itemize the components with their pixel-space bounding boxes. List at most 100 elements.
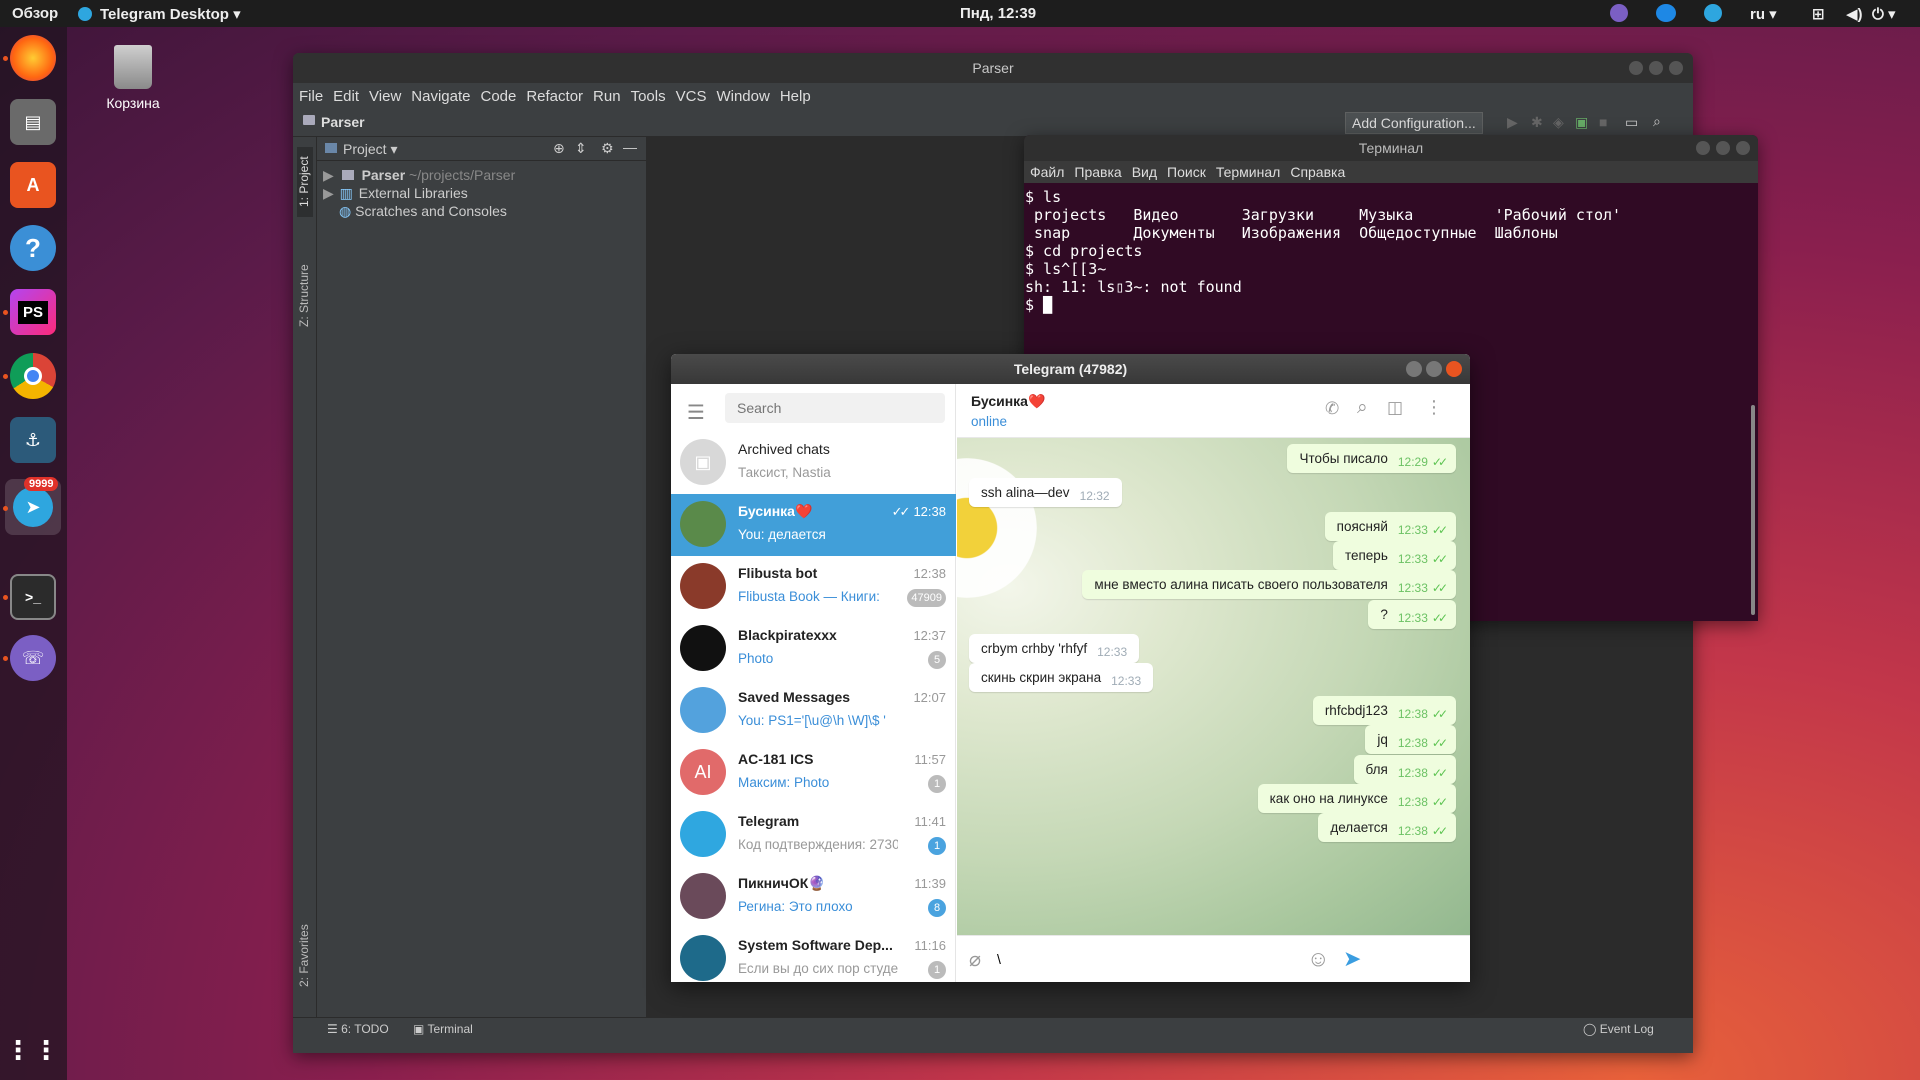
menu-help[interactable]: Help	[774, 83, 811, 105]
menu-file[interactable]: File	[293, 83, 323, 105]
volume-icon[interactable]: ◀)	[1846, 5, 1863, 23]
menu-navigate[interactable]: Navigate	[405, 83, 470, 105]
message-bubble[interactable]: Чтобы писало 12:29 ✓✓	[1287, 444, 1456, 473]
call-icon[interactable]: ✆	[1325, 399, 1339, 419]
sidebar-toggle-icon[interactable]: ◫	[1387, 398, 1403, 418]
coverage-icon[interactable]: ◈	[1553, 114, 1564, 131]
terminal-menu-search[interactable]: Поиск	[1161, 161, 1206, 180]
message-history[interactable]: Чтобы писало 12:29 ✓✓ ssh alina—dev 12:32 поя…	[957, 438, 1470, 935]
viber-tray-icon[interactable]	[1610, 4, 1628, 22]
settings-gear-icon[interactable]: ⚙	[601, 140, 614, 157]
message-bubble[interactable]: делается 12:38 ✓✓	[1318, 813, 1456, 842]
ide-minimize-button[interactable]	[1629, 61, 1643, 75]
breadcrumb[interactable]: Parser	[321, 114, 365, 130]
terminal-menu-edit[interactable]: Правка	[1068, 161, 1121, 180]
chat-item[interactable]: Flibusta bot 12:38 Flibusta Book — Книги: …	[671, 556, 956, 618]
viber-dock-icon[interactable]: ☏	[10, 635, 56, 681]
chat-item[interactable]: AI AC-181 ICS 11:57 Максим: Photo 1	[671, 742, 956, 804]
message-bubble[interactable]: jq 12:38 ✓✓	[1365, 725, 1456, 754]
expand-arrow-icon[interactable]: ▶	[323, 185, 334, 201]
firefox-icon[interactable]	[10, 35, 56, 81]
menu-tools[interactable]: Tools	[625, 83, 666, 105]
telegram-minimize-button[interactable]	[1406, 361, 1422, 377]
menu-window[interactable]: Window	[710, 83, 769, 105]
debug-icon[interactable]: ✱	[1531, 114, 1543, 131]
language-indicator[interactable]: ru ▾	[1750, 5, 1777, 23]
chat-item[interactable]: Бусинка❤️ ✓✓ 12:38 You: делается	[671, 494, 956, 556]
send-icon[interactable]: ➤	[1343, 946, 1361, 972]
search-everywhere-icon[interactable]: ⌕	[1653, 113, 1661, 130]
app-menu-button[interactable]: Telegram Desktop ▾	[100, 5, 241, 23]
message-bubble[interactable]: crbym crhby 'rhfyf 12:33	[969, 634, 1140, 663]
mysql-workbench-icon[interactable]: ⚓	[10, 417, 56, 463]
expand-arrow-icon[interactable]: ▶	[323, 167, 334, 183]
more-menu-icon[interactable]: ⋮	[1425, 397, 1443, 418]
ide-maximize-button[interactable]	[1649, 61, 1663, 75]
telegram-maximize-button[interactable]	[1426, 361, 1442, 377]
terminal-close-button[interactable]	[1736, 141, 1750, 155]
terminal-menu-terminal[interactable]: Терминал	[1210, 161, 1280, 180]
ide-titlebar[interactable]: Parser	[293, 53, 1693, 83]
message-bubble[interactable]: ? 12:33 ✓✓	[1368, 600, 1456, 629]
locate-icon[interactable]: ⊕	[553, 140, 565, 157]
menu-code[interactable]: Code	[474, 83, 516, 105]
tree-external-libraries[interactable]: ▶ ▥ External Libraries	[323, 183, 468, 203]
chat-item[interactable]: ПикничОК🔮 11:39 Регина: Это плохо 8	[671, 866, 956, 928]
tree-scratches[interactable]: ◍ Scratches and Consoles	[339, 201, 507, 221]
clock[interactable]: Пнд, 12:39	[960, 5, 1036, 22]
activities-button[interactable]: Обзор	[12, 5, 58, 22]
hide-panel-icon[interactable]: —	[623, 139, 637, 155]
teamviewer-tray-icon[interactable]	[1656, 4, 1676, 22]
message-bubble[interactable]: поясняй 12:33 ✓✓	[1324, 512, 1456, 541]
hamburger-menu-icon[interactable]: ☰	[687, 400, 705, 425]
ide-close-button[interactable]	[1669, 61, 1683, 75]
terminal-maximize-button[interactable]	[1716, 141, 1730, 155]
help-icon[interactable]: ?	[10, 225, 56, 271]
search-input[interactable]	[725, 393, 945, 423]
message-bubble[interactable]: как оно на линуксе 12:38 ✓✓	[1257, 784, 1456, 813]
terminal-menu-help[interactable]: Справка	[1284, 161, 1345, 180]
message-bubble[interactable]: теперь 12:33 ✓✓	[1332, 541, 1456, 570]
profile-icon[interactable]: ▣	[1575, 114, 1588, 131]
project-view-dropdown[interactable]: Project ▾	[343, 141, 398, 158]
attach-icon[interactable]: ⌀	[969, 947, 981, 972]
search-icon[interactable]: ⌕	[1357, 397, 1368, 419]
chat-item[interactable]: Saved Messages 12:07 You: PS1='[\u@\h \W]\…	[671, 680, 956, 742]
menu-vcs[interactable]: VCS	[670, 83, 707, 105]
peer-name[interactable]: Бусинка❤️	[971, 393, 1045, 410]
todo-tab[interactable]: ☰ 6: TODO	[327, 1022, 389, 1036]
software-center-icon[interactable]: A	[10, 162, 56, 208]
trash-desktop-icon[interactable]: Корзина	[100, 45, 166, 111]
menu-refactor[interactable]: Refactor	[520, 83, 583, 105]
stop-icon[interactable]: ■	[1599, 114, 1607, 130]
message-bubble[interactable]: rhfcbdj123 12:38 ✓✓	[1312, 696, 1456, 725]
network-icon[interactable]: ⊞	[1812, 5, 1825, 23]
show-applications-icon[interactable]: ⋮⋮	[5, 1027, 59, 1073]
telegram-titlebar[interactable]: Telegram (47982)	[671, 354, 1470, 384]
tab-project[interactable]: 1: Project	[297, 147, 313, 217]
terminal-dock-icon[interactable]: >_	[10, 574, 56, 620]
message-bubble[interactable]: ssh alina—dev 12:32	[969, 478, 1122, 507]
telegram-close-button[interactable]	[1446, 361, 1462, 377]
chrome-icon[interactable]	[10, 353, 56, 399]
terminal-menu-file[interactable]: Файл	[1024, 161, 1064, 180]
message-bubble[interactable]: скинь скрин экрана 12:33	[969, 663, 1154, 692]
archived-chats-item[interactable]: ▣ Archived chats Таксист, Nastia	[671, 432, 956, 494]
terminal-scrollbar[interactable]	[1751, 405, 1755, 615]
tab-structure[interactable]: Z: Structure	[297, 247, 313, 327]
chat-item[interactable]: System Software Dep... 11:16 Если вы до си…	[671, 928, 956, 982]
menu-edit[interactable]: Edit	[327, 83, 359, 105]
power-icon[interactable]: ⏻ ▾	[1872, 5, 1896, 23]
terminal-titlebar[interactable]: Терминал	[1024, 135, 1758, 161]
terminal-menu-view[interactable]: Вид	[1126, 161, 1157, 180]
menu-run[interactable]: Run	[587, 83, 621, 105]
event-log-tab[interactable]: ◯ Event Log	[1583, 1022, 1654, 1036]
chat-item[interactable]: Blackpiratexxx 12:37 Photo 5	[671, 618, 956, 680]
collapse-icon[interactable]: ⇕	[575, 140, 587, 157]
project-structure-icon[interactable]: ▭	[1625, 114, 1638, 131]
terminal-minimize-button[interactable]	[1696, 141, 1710, 155]
tree-root-parser[interactable]: ▶ Parser ~/projects/Parser	[323, 165, 515, 185]
telegram-tray-icon[interactable]	[1704, 4, 1722, 22]
message-bubble[interactable]: мне вместо алина писать своего пользоват…	[1082, 570, 1456, 599]
chat-item[interactable]: Telegram 11:41 Код подтверждения: 27307...…	[671, 804, 956, 866]
